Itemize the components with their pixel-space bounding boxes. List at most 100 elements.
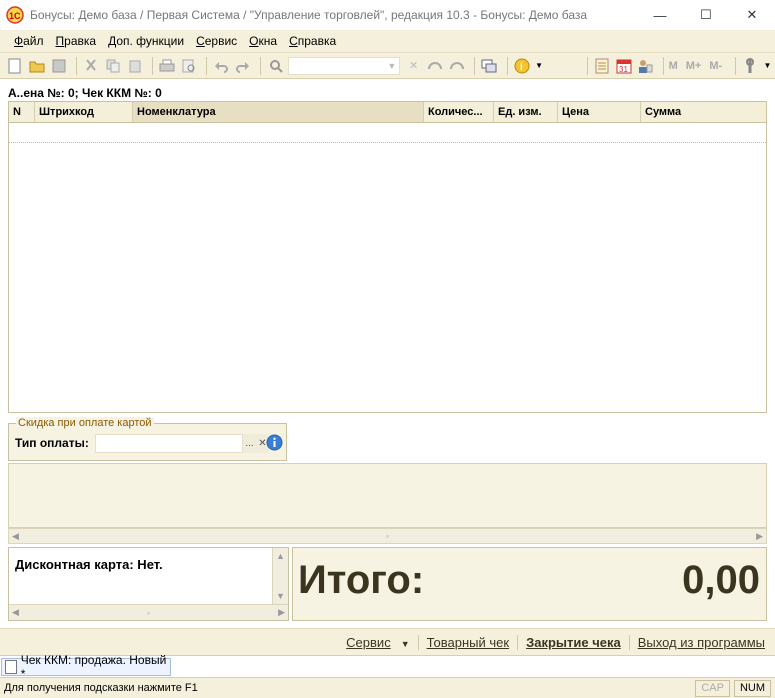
users-icon[interactable]	[636, 56, 655, 76]
caps-lock-indicator: CAP	[695, 679, 730, 697]
redo-icon[interactable]	[234, 56, 253, 76]
settings-dropdown-icon[interactable]: ▼	[763, 56, 772, 76]
toolbar-separator	[735, 56, 737, 75]
maximize-button[interactable]: ☐	[683, 0, 729, 30]
print-preview-icon[interactable]	[179, 56, 198, 76]
new-document-icon[interactable]	[6, 56, 25, 76]
calendar-sheet-icon[interactable]	[593, 56, 612, 76]
paste-icon[interactable]	[125, 56, 144, 76]
svg-text:i: i	[520, 62, 523, 73]
1c-logo-icon: 1С	[6, 6, 24, 24]
table-header: N Штрихкод Номенклатура Количес... Ед. и…	[9, 102, 766, 123]
copy-icon[interactable]	[104, 56, 123, 76]
service-label: Сервис	[346, 634, 391, 650]
toolbar-separator	[474, 56, 476, 75]
menu-help[interactable]: Справка	[289, 34, 336, 48]
scroll-up-icon[interactable]: ▲	[276, 551, 285, 561]
column-nomenclature[interactable]: Номенклатура	[133, 102, 424, 122]
select-payment-type-button[interactable]: ...	[243, 434, 256, 453]
memory-plus-button[interactable]: M+	[686, 60, 702, 72]
toolbar-separator	[151, 56, 153, 75]
goods-receipt-button[interactable]: Товарный чек	[417, 634, 509, 650]
vertical-scrollbar[interactable]: ▲ ▼	[272, 548, 288, 604]
toolbar-separator	[662, 56, 664, 75]
column-n[interactable]: N	[9, 102, 35, 122]
scroll-thumb-grip-icon[interactable]: ◦	[386, 531, 389, 541]
toolbar-separator	[75, 56, 77, 75]
command-bar: Сервис ▼ Товарный чек Закрытие чека Выход…	[0, 628, 775, 655]
open-folder-icon[interactable]	[28, 56, 47, 76]
payment-type-field[interactable]	[95, 434, 243, 453]
toolbar-separator	[260, 56, 262, 75]
menu-extra-functions[interactable]: Доп. функции	[108, 34, 184, 48]
scroll-right-icon[interactable]: ▶	[756, 531, 763, 542]
menu-file[interactable]: Файл	[14, 34, 44, 48]
column-barcode[interactable]: Штрихкод	[35, 102, 133, 122]
title-bar: 1С Бонусы: Демо база / Первая Система / …	[0, 0, 775, 30]
horizontal-scrollbar[interactable]: ◀ ◦ ▶	[8, 528, 767, 544]
svg-text:1С: 1С	[9, 11, 21, 21]
chevron-down-icon[interactable]: ▼	[401, 639, 410, 649]
search-icon[interactable]	[266, 56, 285, 76]
close-button[interactable]: ✕	[729, 0, 775, 30]
calendar-icon[interactable]: 31	[614, 56, 633, 76]
document-header: А..ена №: 0; Чек ККМ №: 0	[8, 86, 162, 100]
total-panel: Итого: 0,00	[292, 547, 767, 621]
goods-table[interactable]: N Штрихкод Номенклатура Количес... Ед. и…	[8, 101, 767, 413]
comment-area[interactable]	[8, 463, 767, 528]
scroll-thumb-grip-icon[interactable]: ◦	[147, 608, 150, 618]
toolbar-separator	[506, 56, 508, 75]
menu-service[interactable]: Сервис	[196, 34, 237, 48]
cut-icon[interactable]	[82, 56, 101, 76]
toolbar-separator	[586, 56, 588, 75]
undo-icon[interactable]	[212, 56, 231, 76]
column-unit[interactable]: Ед. изм.	[494, 102, 558, 122]
save-icon[interactable]	[49, 56, 68, 76]
menu-bar: Файл Правка Доп. функции Сервис Окна Спр…	[0, 30, 775, 53]
close-receipt-button[interactable]: Закрытие чека	[517, 634, 621, 650]
next-found-icon[interactable]	[448, 56, 467, 76]
exit-program-button[interactable]: Выход из программы	[628, 634, 765, 650]
svg-text:31: 31	[619, 65, 628, 74]
group-caption: Скидка при оплате картой	[16, 417, 154, 429]
scroll-left-icon[interactable]: ◀	[12, 607, 19, 618]
discount-card-text: Дисконтная карта: Нет.	[15, 557, 163, 572]
table-row[interactable]	[9, 123, 766, 143]
discount-card-panel: Дисконтная карта: Нет. ▲ ▼ ◀ ◦ ▶	[8, 547, 289, 621]
info-dropdown-icon[interactable]: ▼	[534, 56, 543, 76]
num-lock-indicator: NUM	[733, 679, 771, 697]
chevron-down-icon[interactable]: ▼	[387, 61, 396, 71]
scroll-right-icon[interactable]: ▶	[278, 607, 285, 618]
search-combo[interactable]: ▼	[287, 56, 401, 75]
print-icon[interactable]	[158, 56, 177, 76]
toolbar-separator	[206, 56, 208, 75]
scroll-down-icon[interactable]: ▼	[276, 591, 285, 601]
info-icon[interactable]	[266, 434, 283, 451]
total-label: Итого:	[298, 558, 425, 602]
toolbar: ▼ ✕ i ▼ 31 M M+ M- ▼	[0, 53, 775, 79]
settings-icon[interactable]	[741, 56, 760, 76]
column-price[interactable]: Цена	[558, 102, 641, 122]
window-title: Бонусы: Демо база / Первая Система / "Уп…	[30, 8, 588, 22]
windows-icon[interactable]	[480, 56, 499, 76]
window-tab-receipt[interactable]: Чек ККМ: продажа. Новый *	[1, 653, 171, 681]
card-discount-group: Скидка при оплате картой Тип оплаты: ...…	[8, 417, 287, 461]
total-value: 0,00	[682, 558, 760, 602]
scroll-left-icon[interactable]: ◀	[12, 531, 19, 542]
menu-windows[interactable]: Окна	[249, 34, 277, 48]
document-icon	[5, 660, 17, 674]
memory-m-button[interactable]: M	[669, 60, 678, 72]
status-hint: Для получения подсказки нажмите F1	[4, 682, 198, 694]
column-sum[interactable]: Сумма	[641, 102, 766, 122]
column-quantity[interactable]: Количес...	[424, 102, 494, 122]
clear-search-icon[interactable]: ✕	[404, 56, 423, 76]
menu-edit[interactable]: Правка	[56, 34, 97, 48]
horizontal-scrollbar[interactable]: ◀ ◦ ▶	[9, 604, 288, 620]
prev-found-icon[interactable]	[426, 56, 445, 76]
window-tabs-bar: Чек ККМ: продажа. Новый *	[0, 653, 775, 681]
service-button[interactable]: Сервис ▼	[338, 635, 409, 650]
info-icon[interactable]: i	[513, 56, 532, 76]
payment-type-label: Тип оплаты:	[15, 436, 89, 450]
minimize-button[interactable]: —	[637, 0, 683, 30]
memory-minus-button[interactable]: M-	[709, 60, 722, 72]
